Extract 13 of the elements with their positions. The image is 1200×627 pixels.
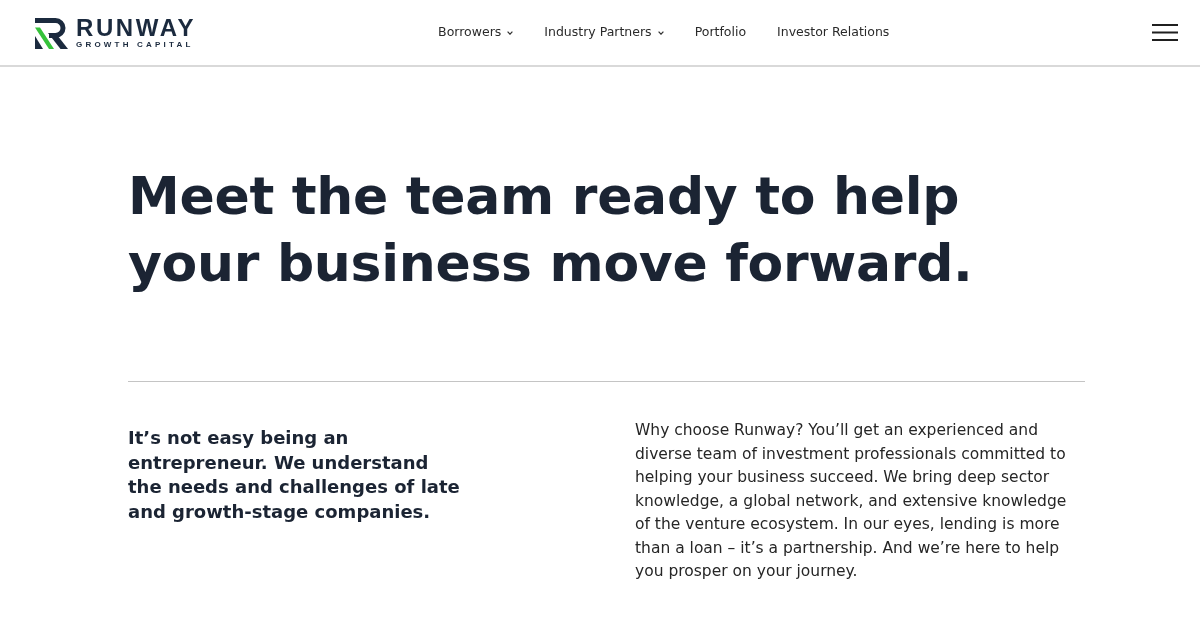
- nav-link[interactable]: Portfolio: [694, 23, 747, 42]
- logo-tagline: GROWTH CAPITAL: [76, 39, 195, 49]
- logo-link[interactable]: RUNWAY GROWTH CAPITAL: [34, 16, 197, 49]
- nav-link[interactable]: Investor Relations: [777, 23, 890, 42]
- menu-icon: [1152, 24, 1178, 41]
- menu-button[interactable]: [1152, 24, 1178, 41]
- intro-lead-text: It’s not easy being an entrepreneur. We understand the needs and challenges of late and growth-stage companies.: [128, 426, 461, 524]
- nav-link[interactable]: Borrowers: [438, 23, 514, 42]
- hero-headline: Meet the team ready to help your business move forward.: [128, 165, 974, 295]
- logo-icon: [34, 16, 69, 49]
- nav-link[interactable]: Industry Partners: [544, 23, 664, 42]
- logo-wordmark: RUNWAY: [76, 16, 197, 39]
- intro-body-text: Why choose Runway? You’ll get an experienced and diverse team of investment professionals committed to helping your business succeed. We bring deep sector knowledge, a global network, and extensive knowledge of the venture ecosystem. In our eyes, lending is more than a loan – it’s a partnership. And we’re here to help you prosper on your journey.: [635, 420, 1068, 582]
